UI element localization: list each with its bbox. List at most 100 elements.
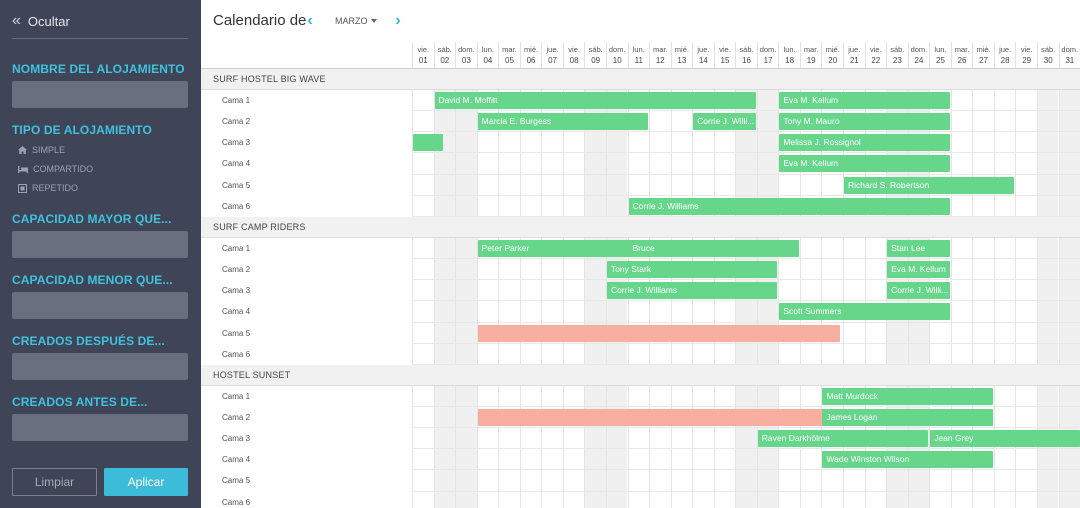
bed-label: Cama 1 (222, 243, 251, 253)
booking-bar[interactable]: Eva M. Kellum (779, 92, 950, 109)
day-number: 13 (677, 56, 687, 65)
property-header: HOSTEL SUNSET (201, 364, 1080, 386)
day-header: dom. 03 (455, 42, 477, 68)
row-divider (412, 279, 1080, 281)
booking-bar[interactable]: Bruce (628, 239, 799, 257)
day-name: mié. (674, 45, 689, 54)
booking-bar[interactable]: Peter Parker (477, 239, 649, 257)
bed-label: Cama 3 (222, 434, 251, 444)
type-option-repeated[interactable]: REPETIDO (18, 183, 78, 193)
day-name: mié. (976, 45, 991, 54)
day-number: 20 (828, 56, 838, 65)
booking-bar[interactable]: James Logan (822, 408, 993, 426)
booking-bar[interactable]: Stan Lee (887, 239, 950, 257)
day-header: lun. 11 (627, 42, 650, 68)
day-header: jue. 14 (692, 42, 714, 68)
day-number: 26 (957, 56, 967, 65)
booking-bar[interactable]: Wade Winston Wilson (822, 451, 993, 469)
hide-sidebar-button[interactable]: « Ocultar (12, 10, 70, 32)
day-number: 05 (505, 56, 514, 65)
filter-created-before-title: CREADOS ANTES DE... (12, 395, 148, 409)
caret-down-icon (370, 19, 377, 23)
bed-label: Cama 1 (222, 391, 251, 401)
capacity-less-input[interactable] (12, 292, 188, 319)
day-header: vie. 08 (562, 42, 585, 68)
day-number: 04 (483, 56, 493, 65)
day-number: 19 (806, 56, 816, 65)
booking-bar[interactable] (413, 134, 444, 152)
row-divider (412, 342, 1080, 344)
booking-bar[interactable]: Eva M. Kellum (887, 261, 950, 279)
property-header: SURF CAMP RIDERS (201, 216, 1080, 238)
bed-label: Cama 4 (222, 307, 251, 317)
booking-bar[interactable]: David M. Moffitt (434, 92, 756, 109)
day-name: dom. (608, 45, 626, 54)
day-header: dom. 17 (756, 42, 779, 68)
day-name: jue. (848, 45, 861, 54)
day-column (455, 69, 477, 508)
next-month-button[interactable]: › (391, 12, 405, 30)
day-name: sáb. (739, 45, 754, 54)
booking-bar[interactable]: Scott Summers (779, 303, 950, 321)
day-number: 07 (548, 56, 558, 65)
day-number: 12 (655, 56, 665, 65)
day-name: lun. (934, 45, 947, 54)
row-divider (412, 405, 1080, 407)
day-header: dom. 24 (907, 42, 930, 68)
day-header: dom. 31 (1058, 42, 1080, 68)
booking-bar[interactable]: Tony Stark (606, 261, 778, 279)
created-before-input[interactable] (12, 414, 188, 441)
day-header: jue. 21 (843, 42, 865, 68)
day-name: sáb. (588, 45, 603, 54)
created-after-input[interactable] (12, 353, 188, 380)
type-option-shared[interactable]: COMPARTIDO (18, 164, 93, 174)
booking-bar[interactable]: Marcia E. Burgess (477, 113, 649, 131)
day-name: jue. (999, 45, 1012, 54)
row-divider (412, 321, 1080, 323)
day-name: jue. (546, 45, 559, 54)
booking-bar[interactable]: Jean Grey (930, 430, 1080, 448)
booking-bar[interactable]: Matt Murdock (822, 387, 993, 405)
booking-bar[interactable]: Richard S. Robertson (844, 176, 1015, 194)
clear-filters-button[interactable]: Limpiar (12, 468, 97, 496)
bed-label: Cama 5 (222, 328, 251, 338)
day-header: lun. 18 (778, 42, 800, 68)
booking-bar[interactable]: Corrie J. Williams (606, 282, 778, 300)
accommodation-name-input[interactable] (12, 81, 188, 108)
filter-cap-less-title: CAPACIDAD MENOR QUE... (12, 273, 173, 287)
day-number: 28 (1000, 56, 1010, 65)
apply-filters-button[interactable]: Aplicar (104, 468, 188, 496)
bed-label: Cama 4 (222, 455, 251, 465)
type-option-simple[interactable]: SIMPLE (18, 145, 65, 155)
bed-label: Cama 2 (222, 412, 251, 422)
booking-bar[interactable]: Eva M. Kellum (779, 155, 950, 173)
day-name: vie. (1020, 45, 1033, 54)
booking-bar[interactable]: Corrie J. Williams (628, 197, 950, 215)
row-divider (412, 194, 1080, 196)
day-number: 22 (871, 56, 881, 65)
booking-bar[interactable]: Tony M. Mauro (779, 113, 950, 131)
blocked-period[interactable] (477, 408, 840, 426)
row-divider (412, 427, 1080, 429)
booking-bar[interactable]: Corrie J. Willi... (887, 282, 950, 300)
day-name: dom. (910, 45, 928, 54)
day-name: lun. (481, 45, 494, 54)
day-header: mar. 12 (649, 42, 671, 68)
day-number: 08 (569, 56, 579, 65)
bed-label: Cama 5 (222, 180, 251, 190)
prev-month-button[interactable]: ‹ (303, 12, 317, 30)
capacity-greater-input[interactable] (12, 231, 188, 258)
filter-cap-more-title: CAPACIDAD MAYOR QUE... (12, 212, 172, 226)
booking-bar[interactable]: Raven Darkhölme (757, 430, 929, 448)
blocked-period[interactable] (477, 324, 840, 342)
month-label: MARZO (335, 16, 368, 26)
booking-bar[interactable]: Melissa J. Rossignol (779, 134, 950, 152)
copy-icon (18, 183, 27, 193)
day-header: lun. 04 (476, 42, 499, 68)
day-header: mié. 13 (670, 42, 693, 68)
day-name: mar. (653, 45, 668, 54)
booking-bar[interactable]: Corrie J. Willi... (693, 113, 756, 131)
hide-sidebar-label: Ocultar (27, 13, 70, 29)
sidebar-divider (12, 38, 188, 39)
month-select[interactable]: MARZO (335, 16, 377, 26)
